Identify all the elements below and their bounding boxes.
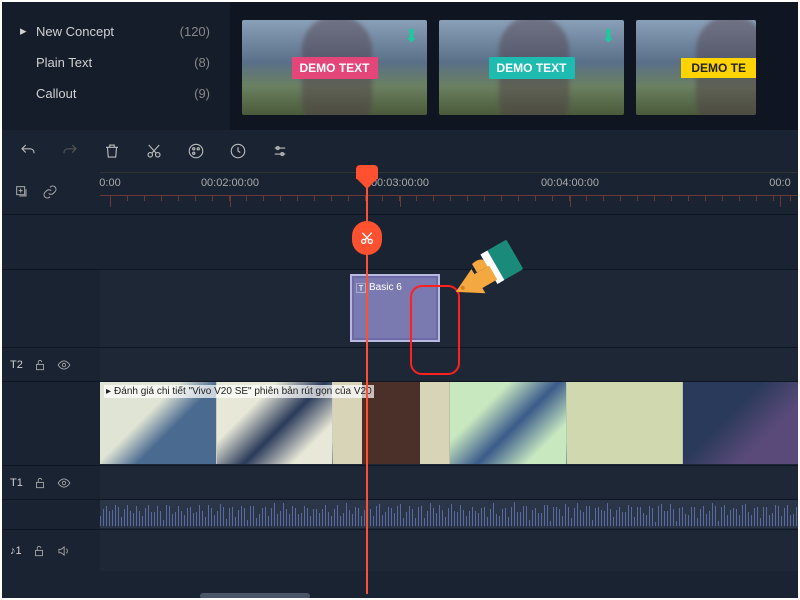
preview-text: DEMO TE — [681, 58, 756, 78]
lock-icon[interactable] — [33, 358, 47, 372]
text-track: 🅃 Basic 6 — [0, 269, 800, 347]
video-thumbnail — [683, 382, 800, 464]
play-icon: ▸ — [106, 386, 111, 397]
video-thumbnail — [450, 382, 567, 464]
video-clip[interactable]: ▸ Đánh giá chi tiết "Vivo V20 SE" phiên … — [100, 382, 800, 464]
sidebar-item-label: Plain Text — [36, 55, 194, 70]
sidebar-item-count: (9) — [194, 86, 210, 101]
track-body[interactable] — [100, 500, 800, 529]
delete-button[interactable] — [102, 141, 122, 161]
track-spacer — [0, 214, 800, 269]
template-preview-card[interactable]: ⬇ DEMO TEXT — [242, 20, 427, 115]
sidebar-item-count: (8) — [194, 55, 210, 70]
visibility-icon[interactable] — [57, 476, 71, 490]
timeline-ruler[interactable]: 0:0000:02:00:0000:03:00:0000:04:00:0000:… — [100, 172, 800, 214]
audio-track — [0, 499, 800, 529]
visibility-icon[interactable] — [57, 358, 71, 372]
video-thumbnail — [567, 382, 684, 464]
timeline-tracks: 🅃 Basic 6 T2 ▸ Đánh giá chi tiết "Vivo V… — [0, 214, 800, 571]
volume-icon[interactable] — [56, 544, 70, 558]
color-button[interactable] — [186, 141, 206, 161]
sidebar-item-callout[interactable]: Callout (9) — [0, 78, 230, 109]
audio-waveform[interactable] — [100, 500, 800, 528]
speed-button[interactable] — [228, 141, 248, 161]
text-icon: 🅃 — [356, 280, 366, 295]
undo-button[interactable] — [18, 141, 38, 161]
track-body[interactable]: 🅃 Basic 6 — [100, 270, 800, 347]
track-label: T1 — [10, 477, 23, 489]
timeline-scrollbar[interactable] — [200, 593, 310, 599]
expand-arrow-icon: ▸ — [20, 23, 32, 39]
category-sidebar: ▸ New Concept (120) Plain Text (8) Callo… — [0, 0, 230, 130]
text-track-controls: T2 — [0, 347, 800, 381]
track-head — [0, 270, 100, 347]
add-marker-button[interactable] — [14, 184, 30, 203]
sidebar-item-count: (120) — [180, 24, 210, 39]
sidebar-item-plain-text[interactable]: Plain Text (8) — [0, 47, 230, 78]
download-icon[interactable]: ⬇ — [601, 26, 616, 47]
redo-button[interactable] — [60, 141, 80, 161]
lock-icon[interactable] — [33, 476, 47, 490]
sidebar-item-label: New Concept — [36, 24, 180, 39]
download-icon[interactable]: ⬇ — [404, 26, 419, 47]
preview-text: DEMO TEXT — [488, 57, 574, 79]
music-track-controls: ♪1 — [0, 529, 800, 571]
video-track-controls: T1 — [0, 465, 800, 499]
template-preview-card[interactable]: DEMO TE — [636, 20, 756, 115]
lock-icon[interactable] — [32, 544, 46, 558]
track-body[interactable]: ▸ Đánh giá chi tiết "Vivo V20 SE" phiên … — [100, 382, 800, 465]
link-button[interactable] — [42, 184, 58, 203]
cut-button[interactable] — [144, 141, 164, 161]
track-label: T2 — [10, 359, 23, 371]
text-clip[interactable]: 🅃 Basic 6 — [350, 274, 440, 342]
track-label: ♪1 — [10, 545, 22, 557]
text-clip-label: Basic 6 — [369, 282, 402, 293]
template-preview-card[interactable]: ⬇ DEMO TEXT — [439, 20, 624, 115]
sidebar-item-new-concept[interactable]: ▸ New Concept (120) — [0, 15, 230, 47]
template-preview-panel: ⬇ DEMO TEXT ⬇ DEMO TEXT DEMO TE — [230, 0, 800, 130]
video-track-clip: ▸ Đánh giá chi tiết "Vivo V20 SE" phiên … — [0, 381, 800, 465]
sidebar-item-label: Callout — [36, 86, 194, 101]
settings-button[interactable] — [270, 141, 290, 161]
timeline-ruler-row: 0:0000:02:00:0000:03:00:0000:04:00:0000:… — [0, 172, 800, 214]
timeline-toolbar — [0, 130, 800, 172]
video-clip-title: Đánh giá chi tiết "Vivo V20 SE" phiên bả… — [114, 386, 372, 397]
preview-text: DEMO TEXT — [291, 57, 377, 79]
